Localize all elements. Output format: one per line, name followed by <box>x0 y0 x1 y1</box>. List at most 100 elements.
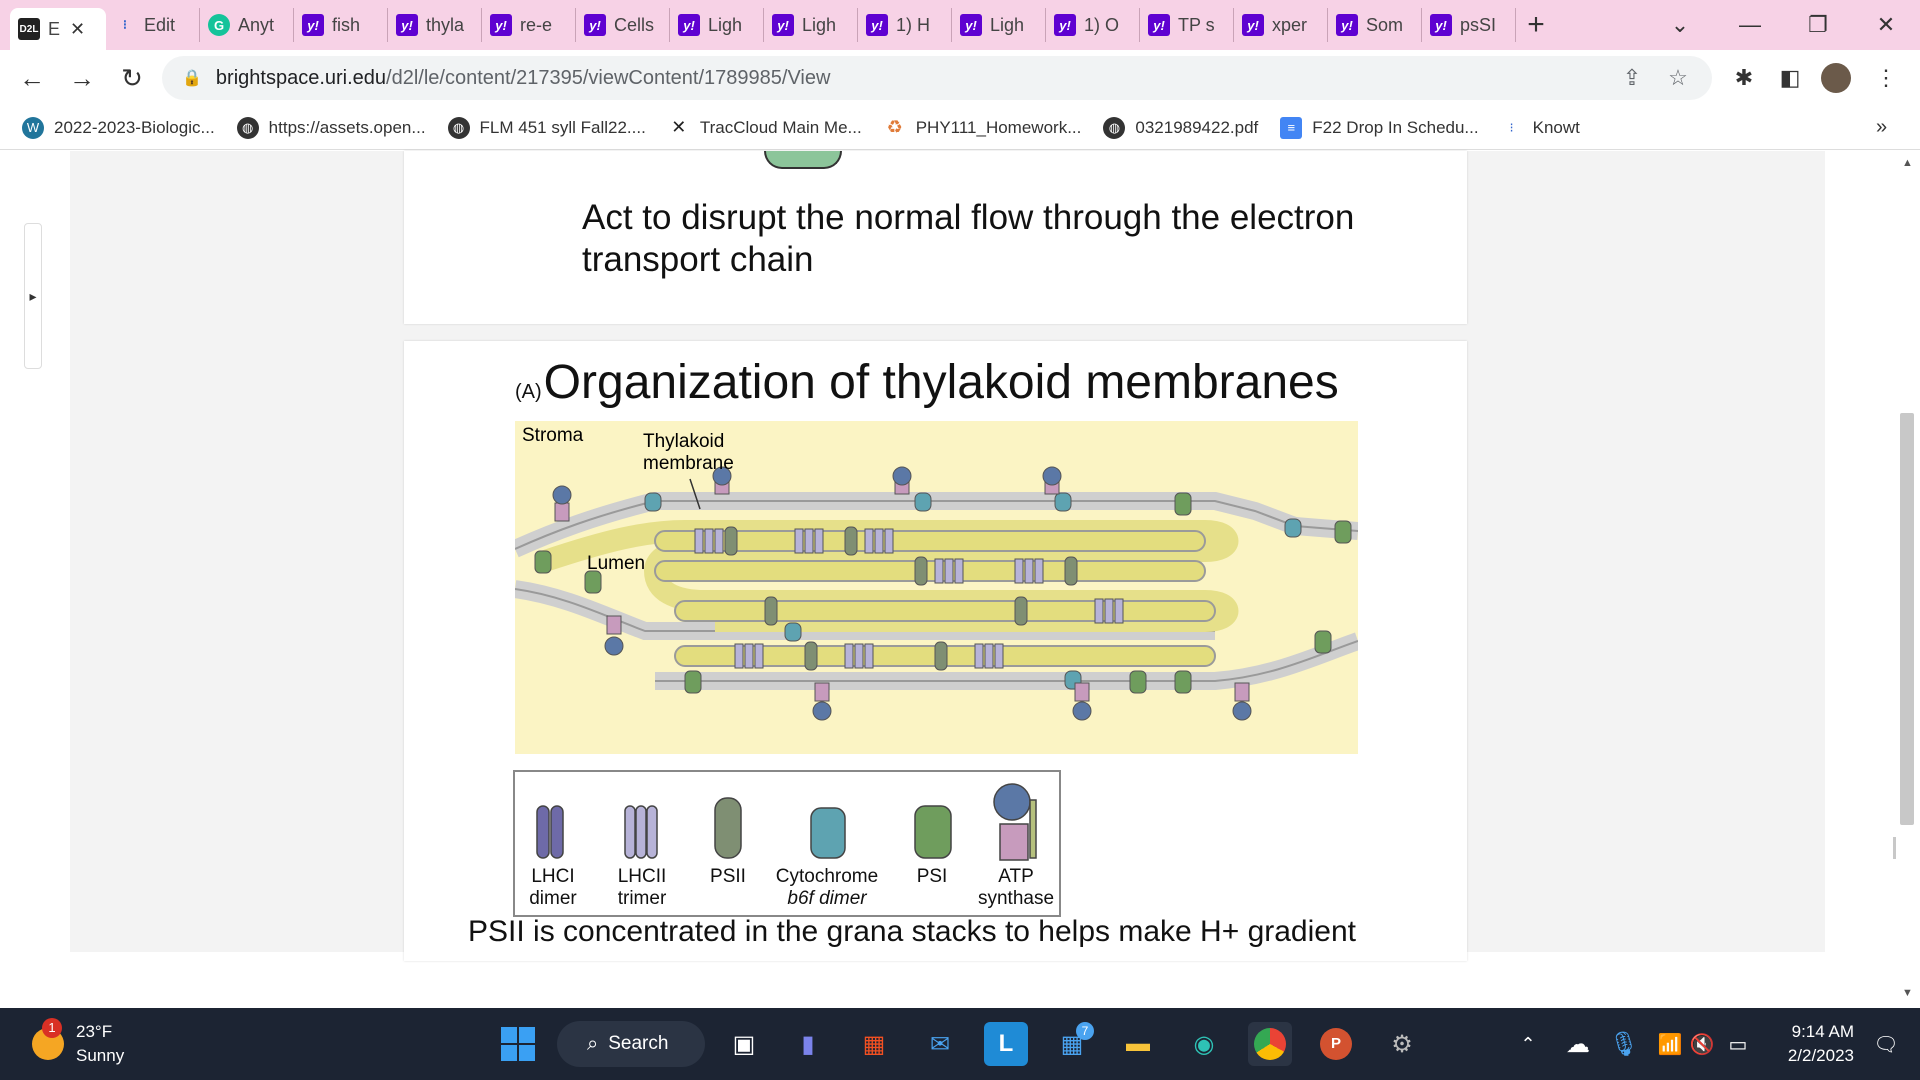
tab-anyt[interactable]: G Anyt <box>200 8 294 42</box>
globe-icon: ◍ <box>236 116 259 139</box>
tab-cells[interactable]: y! Cells <box>576 8 670 42</box>
tab-label: Som <box>1366 14 1404 35</box>
file-explorer-icon[interactable]: ▬ <box>1116 1022 1160 1066</box>
bookmark-assets[interactable]: ◍ https://assets.open... <box>236 116 426 139</box>
expand-side-panel-button[interactable]: ▸ <box>24 223 42 369</box>
page-scrollbar[interactable]: ▲ ▼ <box>1896 151 1920 1008</box>
legend-cytochrome-line-2: b6f dimer <box>787 888 867 909</box>
bookmark-star-icon[interactable]: ☆ <box>1658 56 1698 100</box>
powerpoint-icon[interactable]: P <box>1314 1022 1358 1066</box>
bookmark-traccloud[interactable]: ✕ TracCloud Main Me... <box>667 116 862 139</box>
tab-1o[interactable]: y! 1) O <box>1046 8 1140 42</box>
lockdown-browser-icon[interactable]: L <box>984 1022 1028 1066</box>
tab-ligh-1[interactable]: y! Ligh <box>670 8 764 42</box>
tab-ligh-2[interactable]: y! Ligh <box>764 8 858 42</box>
legend-atp-line-2: synthase <box>977 888 1055 909</box>
bookmark-knowt[interactable]: ⁝ Knowt <box>1500 116 1580 139</box>
sun-icon: 1 <box>32 1018 64 1060</box>
settings-gear-icon[interactable]: ⚙ <box>1380 1022 1424 1066</box>
yahoo-icon: y! <box>584 14 606 36</box>
figure-title: (A)Organization of thylakoid membranes <box>515 355 1339 410</box>
yahoo-icon: y! <box>490 14 512 36</box>
battery-icon[interactable]: ▭ <box>1716 1022 1760 1066</box>
page-scroll-thumb[interactable] <box>1900 413 1914 825</box>
system-clock[interactable]: 9:14 AM 2/2/2023 <box>1770 1020 1854 1068</box>
close-window-button[interactable]: ✕ <box>1856 0 1916 50</box>
legend-lhcii: LHCII trimer <box>607 866 677 910</box>
side-panel-icon[interactable]: ◧ <box>1768 56 1812 100</box>
tab-label: thyla <box>426 14 465 35</box>
share-icon[interactable]: ⇪ <box>1612 56 1652 100</box>
tab-som[interactable]: y! Som <box>1328 8 1422 42</box>
new-tab-button[interactable]: + <box>1516 8 1556 42</box>
more-bookmarks-button[interactable]: » <box>1876 116 1887 139</box>
microphone-icon[interactable]: 🎙 <box>1602 1022 1646 1066</box>
legend-icons <box>536 783 1037 861</box>
lhci-dimer-icon <box>536 805 564 859</box>
close-tab-icon[interactable]: ✕ <box>70 19 85 40</box>
tab-d2l[interactable]: D2L E ✕ <box>10 8 106 50</box>
tab-xper[interactable]: y! xper <box>1234 8 1328 42</box>
bookmark-biologic[interactable]: W 2022-2023-Biologic... <box>22 116 215 139</box>
yahoo-icon: y! <box>1336 14 1358 36</box>
windows-start-icon[interactable] <box>496 1022 540 1066</box>
tab-tps[interactable]: y! TP s <box>1140 8 1234 42</box>
mail-icon[interactable]: ✉ <box>918 1022 962 1066</box>
legend-psii-line-1: PSII <box>710 866 746 887</box>
tab-fish[interactable]: y! fish <box>294 8 388 42</box>
microsoft-store-icon[interactable]: ▦ <box>852 1022 896 1066</box>
tab-1h[interactable]: y! 1) H <box>858 8 952 42</box>
back-button[interactable]: ← <box>10 56 54 100</box>
bookmark-label: F22 Drop In Schedu... <box>1312 117 1479 137</box>
profile-avatar[interactable] <box>1814 56 1858 100</box>
teams-chat-icon[interactable]: ▮ <box>786 1022 830 1066</box>
bookmark-pdf[interactable]: ◍ 0321989422.pdf <box>1103 116 1258 139</box>
forward-button[interactable]: → <box>60 56 104 100</box>
psi-icon <box>914 805 952 859</box>
page-scroll-down-arrow[interactable]: ▼ <box>1902 987 1913 999</box>
page-scroll-up-arrow[interactable]: ▲ <box>1902 157 1913 169</box>
weather-badge: 1 <box>42 1018 62 1038</box>
legend-psi: PSI <box>907 866 957 888</box>
bookmark-phy111[interactable]: ♻ PHY111_Homework... <box>883 116 1081 139</box>
task-view-icon[interactable]: ▣ <box>722 1022 766 1066</box>
slide-1-text-line-2: transport chain <box>582 240 814 279</box>
chrome-icon[interactable] <box>1248 1022 1292 1066</box>
tab-pssi[interactable]: y! psSI <box>1422 8 1516 42</box>
taskbar-search[interactable]: ⌕ Search <box>557 1021 705 1067</box>
tab-re-e[interactable]: y! re-e <box>482 8 576 42</box>
tab-strip: D2L E ✕ ⁝ Edit G Anyt y! fish y! thyla y! r… <box>0 0 1920 50</box>
viewer-area: Act to disrupt the normal flow through t… <box>70 151 1907 961</box>
search-label: Search <box>608 1033 669 1054</box>
lock-icon: 🔒 <box>182 70 202 87</box>
notifications-icon[interactable]: 🗨 <box>1866 1022 1906 1066</box>
restore-button[interactable]: ❐ <box>1788 0 1848 50</box>
extensions-icon[interactable]: ✱ <box>1722 56 1766 100</box>
edge-icon[interactable]: ◉ <box>1182 1022 1226 1066</box>
tab-thyla[interactable]: y! thyla <box>388 8 482 42</box>
psii-icon <box>714 797 742 859</box>
caret-right-icon: ▸ <box>29 287 37 304</box>
onedrive-cloud-icon[interactable]: ☁ <box>1556 1022 1600 1066</box>
tab-search-chevron-icon[interactable]: ⌄ <box>1650 0 1710 50</box>
tab-ligh-3[interactable]: y! Ligh <box>952 8 1046 42</box>
tab-label: Ligh <box>990 14 1025 35</box>
minimize-button[interactable]: — <box>1720 0 1780 50</box>
bookmark-flm451[interactable]: ◍ FLM 451 syll Fall22.... <box>447 116 646 139</box>
show-hidden-icons-chevron-icon[interactable]: ⌃ <box>1506 1022 1550 1066</box>
tab-label: Cells <box>614 14 655 35</box>
thylakoid-membrane-label: Thylakoid membrane <box>643 431 734 475</box>
reload-button[interactable]: ↻ <box>110 56 154 100</box>
tab-edit[interactable]: ⁝ Edit <box>106 8 200 42</box>
lumen-label: Lumen <box>587 553 646 574</box>
bookmark-label: https://assets.open... <box>268 117 426 137</box>
address-bar[interactable]: 🔒 brightspace.uri.edu/d2l/le/content/217… <box>162 56 1712 100</box>
tab-label: 1) O <box>1084 14 1120 35</box>
wordpress-icon: W <box>22 116 44 139</box>
thylakoid-diagram: Stroma Thylakoid membrane Lumen <box>511 421 1361 754</box>
menu-kebab-icon[interactable]: ⋮ <box>1864 56 1908 100</box>
bookmark-dropin[interactable]: ≡ F22 Drop In Schedu... <box>1280 116 1479 139</box>
yahoo-icon: y! <box>678 14 700 36</box>
teams-icon[interactable]: ▦ 7 <box>1050 1022 1094 1066</box>
weather-widget[interactable]: 1 23°F Sunny <box>32 1018 124 1068</box>
